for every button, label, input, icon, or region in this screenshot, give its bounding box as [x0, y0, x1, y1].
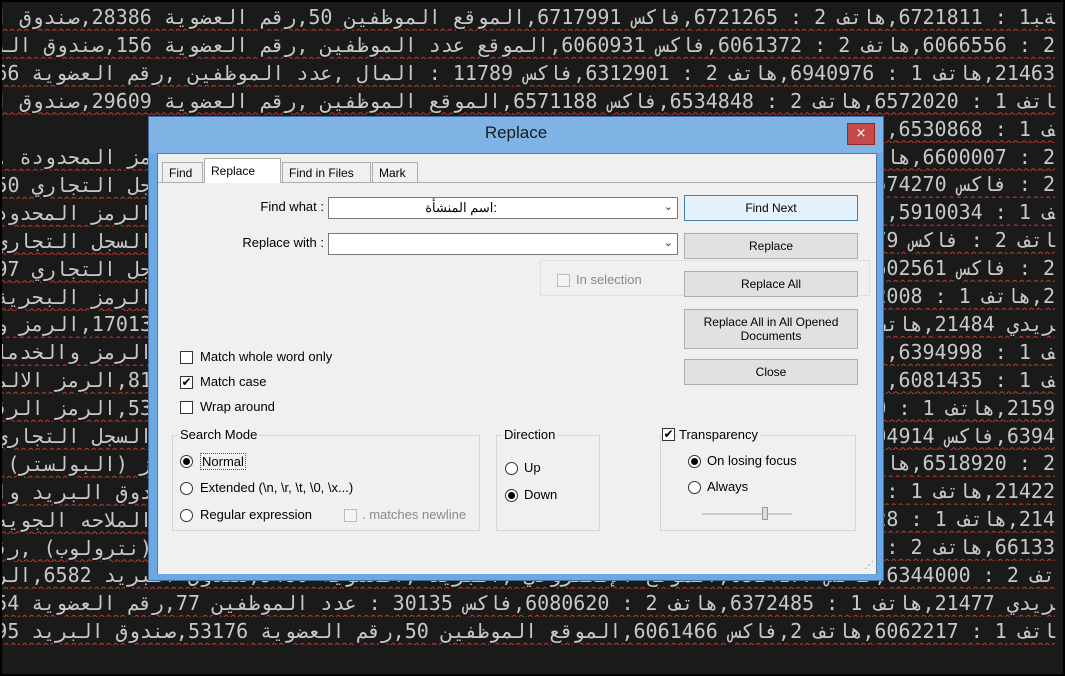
- wrap-around-checkbox[interactable]: [180, 401, 193, 414]
- editor-line-fragment[interactable]: اﻟﺴﺠﻞ اﻟﺘﺠﺎري 9: [2, 423, 152, 450]
- editor-line[interactable]: ﺎﺗﻒ 1 : 6572020,ﻫﺎﺗﻒ 2 : 6534848,ﻓﺎﻛﺲ 65…: [2, 88, 1063, 115]
- tab-mark[interactable]: Mark: [372, 162, 418, 182]
- editor-line-fragment[interactable]: اﻟﻤﻼﺣﻪ اﻟﺠﻮﻳﻪ (ﺳﻴﺘ: [2, 507, 152, 534]
- find-what-value: :اسم المنشأة: [425, 200, 497, 215]
- normal-label: Normal: [200, 453, 246, 470]
- normal-radio[interactable]: [180, 455, 193, 468]
- transparency-title: Transparency: [677, 427, 760, 442]
- replace-all-opened-button[interactable]: Replace All in All Opened Documents: [684, 309, 858, 349]
- editor-line[interactable]: ﺎﺗﻒ 1 : 6062217,ﻫﺎﺗﻒ 2,ﻓﺎﻛﺲ 6061466,اﻟﻤﻮ…: [2, 618, 1063, 645]
- in-selection-checkbox[interactable]: [557, 274, 570, 287]
- status-bar: ⋰: [158, 553, 876, 573]
- extended-radio[interactable]: [180, 482, 193, 495]
- close-icon[interactable]: ×: [847, 123, 875, 145]
- direction-title: Direction: [502, 427, 558, 442]
- replace-dialog: Replace × Find Replace Find in Files Mar…: [149, 117, 883, 580]
- editor-line-fragment[interactable]: ﺠﻞ اﻟﺘﺠﺎري 5250: [2, 172, 152, 199]
- match-case-label: Match case: [200, 374, 267, 389]
- match-whole-word-checkbox[interactable]: [180, 351, 193, 364]
- replace-with-field[interactable]: ⌄: [328, 233, 678, 255]
- match-case-checkbox[interactable]: ✔: [180, 376, 193, 389]
- on-losing-focus-label: On losing focus: [707, 453, 797, 468]
- close-button[interactable]: Close: [684, 359, 858, 385]
- chevron-down-icon[interactable]: ⌄: [664, 200, 673, 213]
- find-next-button[interactable]: Find Next: [684, 195, 858, 221]
- replace-tab-panel: Find what : :اسم المنشأة ⌄ Replace with …: [158, 182, 876, 574]
- wrap-around-label: Wrap around: [200, 399, 275, 414]
- editor-line-fragment[interactable]: اﻟﺮﻣﺰ واﻟﺨﺪﻣﺎت ,ر: [2, 339, 152, 366]
- editor-line-fragment[interactable]: ﺪوق اﻟﺒﺮﻳﺪ واﻻﻏﺬﻳﻪ: [2, 479, 152, 506]
- down-label: Down: [524, 487, 558, 502]
- extended-label: Extended (\n, \r, \t, \0, \x...): [200, 480, 354, 495]
- tab-find-in-files[interactable]: Find in Files: [282, 162, 371, 182]
- always-radio[interactable]: [688, 481, 701, 494]
- up-label: Up: [524, 460, 541, 475]
- tab-find[interactable]: Find: [162, 162, 203, 182]
- editor-line-fragment[interactable]: اﻟﺮﻣﺰ اﻟﻤﺤﺪودة ,رﻗﻢ ا: [2, 200, 152, 227]
- editor-line-fragment[interactable]: اﻟﺴﺠﻞ اﻟﺘﺠﺎري 42: [2, 228, 152, 255]
- editor-line-fragment[interactable]: 53,اﻟﺮﻣﺰ اﻟﺮﻗﻤﻴﻪ ,ر: [2, 395, 152, 422]
- editor-line-fragment[interactable]: (ﻧﺘﺮوﻟﻮب) ,رﻗﻢ اﻟﺴﺠ: [2, 535, 152, 562]
- editor-line[interactable]: 2 : 6066556,ﻫﺎﺗﻒ 2 : 6061372,ﻓﺎﻛﺲ 606093…: [2, 32, 1063, 59]
- editor-line[interactable]: ﺔﺒ1 : 6721811,ﻫﺎﺗﻒ 2 : 6721265,ﻓﺎﻛﺲ 6717…: [2, 4, 1063, 31]
- editor-line-fragment[interactable]: ﺰ (اﻟﺒﻮﻟﺴﺘﺮ) ,رﻗﻢ اﻟﺴ: [2, 451, 152, 478]
- find-what-field[interactable]: :اسم المنشأة ⌄: [328, 197, 678, 219]
- chevron-down-icon[interactable]: ⌄: [664, 236, 673, 249]
- editor-line[interactable]: 21463,ﻫﺎﺗﻒ 1 : 6940976,ﻫﺎﺗﻒ 2 : 6312901,…: [2, 60, 1063, 87]
- resize-grip-icon[interactable]: ⋰: [864, 560, 874, 571]
- editor-line-fragment[interactable]: اﻟﺮﻣﺰ اﻟﺒﺤﺮﻳﺔ ,رﻗﻢ: [2, 284, 152, 311]
- up-radio[interactable]: [505, 462, 518, 475]
- dialog-title: Replace: [484, 123, 548, 142]
- matches-newline-checkbox[interactable]: [344, 509, 357, 522]
- direction-group: [496, 435, 600, 531]
- dialog-titlebar[interactable]: Replace ×: [149, 117, 883, 153]
- transparency-slider-thumb[interactable]: [762, 507, 768, 520]
- editor-line-fragment[interactable]: ﺠﻞ اﻟﺘﺠﺎري 297: [2, 256, 152, 283]
- in-selection-label: In selection: [576, 272, 642, 287]
- matches-newline-label: . matches newline: [362, 507, 467, 522]
- down-radio[interactable]: [505, 489, 518, 502]
- editor-line-fragment[interactable]: 81,اﻟﺮﻣﺰ اﻻﻟﻤﻨﻴﻮم: [2, 367, 152, 394]
- editor-line-fragment[interactable]: ﻣﺰ اﻟﻤﺤﺪودة ,رﻗﻢ اﻟﺴ: [2, 144, 152, 171]
- dialog-client: Find Replace Find in Files Mark Find wha…: [157, 153, 877, 574]
- regex-radio[interactable]: [180, 509, 193, 522]
- regex-label: Regular expression: [200, 507, 313, 522]
- match-whole-word-label: Match whole word only: [200, 349, 333, 364]
- always-label: Always: [707, 479, 749, 494]
- find-what-label: Find what :: [260, 199, 324, 214]
- replace-button[interactable]: Replace: [684, 233, 858, 259]
- search-mode-title: Search Mode: [178, 427, 260, 442]
- on-losing-focus-radio[interactable]: [688, 455, 701, 468]
- tab-replace[interactable]: Replace: [204, 158, 281, 183]
- editor-line-fragment[interactable]: 17013,اﻟﺮﻣﺰ و: [2, 311, 152, 338]
- transparency-slider-track[interactable]: [702, 513, 792, 515]
- replace-with-label: Replace with :: [242, 235, 324, 250]
- transparency-checkbox[interactable]: ✔: [662, 428, 675, 441]
- replace-all-button[interactable]: Replace All: [684, 271, 858, 297]
- editor-line[interactable]: ﺮﻳﺪي 21477,ﻫﺎﺗﻒ 1 : 6372485,ﻫﺎﺗﻒ 2 : 608…: [2, 590, 1063, 617]
